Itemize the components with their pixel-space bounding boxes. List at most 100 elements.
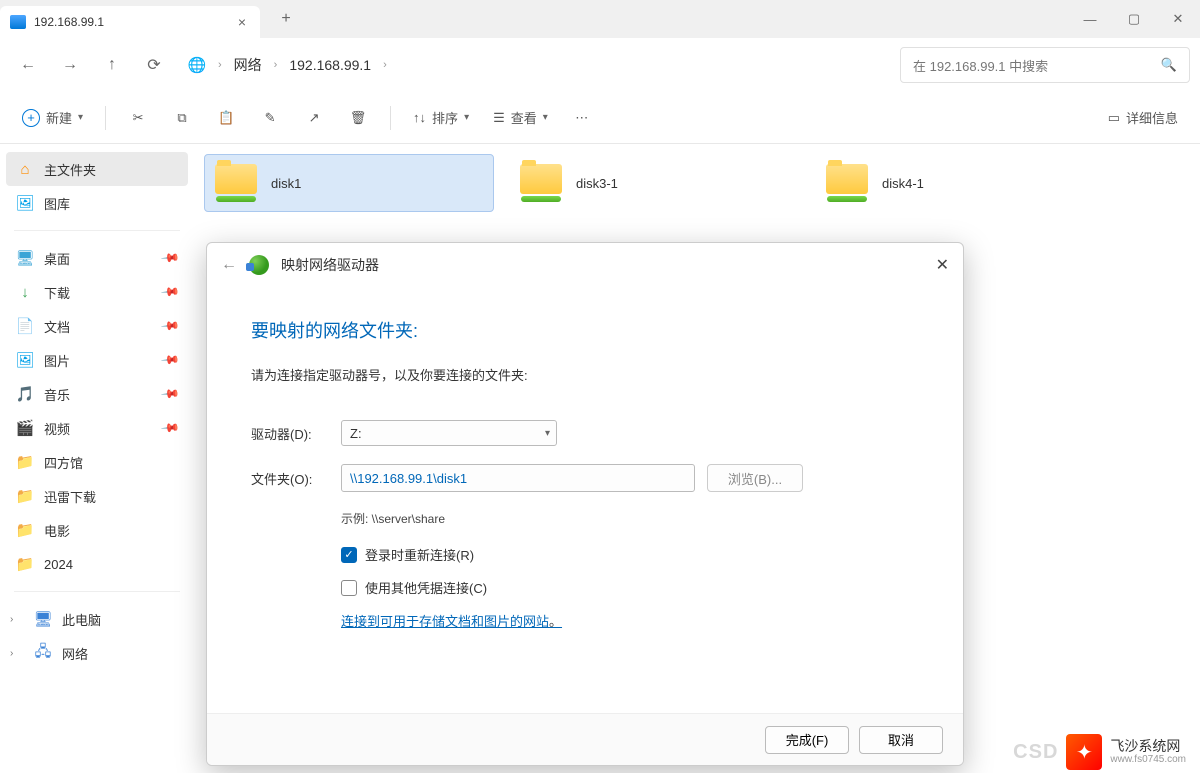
cut-button[interactable]: ✂ <box>120 101 156 135</box>
new-button[interactable]: + 新建 ▾ <box>14 101 91 135</box>
gallery-icon: 🖼 <box>16 194 34 212</box>
website-link[interactable]: 连接到可用于存储文档和图片的网站。 <box>341 611 919 630</box>
network-folder[interactable]: disk4-1 <box>816 154 1106 212</box>
watermark-text: 飞沙系统网 www.fs0745.com <box>1110 738 1186 767</box>
sidebar-item-network[interactable]: ›🖧网络 <box>6 636 188 670</box>
checkbox-checked-icon[interactable]: ✓ <box>341 547 357 563</box>
clipboard-icon: 📋 <box>218 110 234 126</box>
drive-value: Z: <box>350 426 362 441</box>
network-icon: 🖧 <box>34 644 52 662</box>
view-label: 查看 <box>511 108 537 127</box>
tab-close-icon[interactable]: × <box>234 14 250 30</box>
up-button[interactable]: ↑ <box>94 47 130 83</box>
search-input[interactable]: 在 192.168.99.1 中搜索 🔍 <box>900 47 1190 83</box>
pin-icon: 📌 <box>160 384 180 404</box>
dialog-footer: 完成(F) 取消 <box>207 713 963 765</box>
reconnect-checkbox-row[interactable]: ✓ 登录时重新连接(R) <box>341 545 919 564</box>
sidebar-item-folder[interactable]: 📁 2024 <box>6 547 188 581</box>
sidebar-item-folder[interactable]: 📁电影 <box>6 513 188 547</box>
close-button[interactable]: ✕ <box>936 255 949 275</box>
details-button[interactable]: ▭ 详细信息 <box>1100 101 1186 135</box>
folder-icon: 📁 <box>16 453 34 471</box>
share-button[interactable]: ↗ <box>296 101 332 135</box>
sidebar: ⌂主文件夹 🖼图库 🖥桌面📌 ↓下载📌 📄文档📌 🖼图片📌 🎵音乐📌 🎬视频📌 … <box>0 144 194 773</box>
chevron-right-icon[interactable]: › <box>10 648 24 659</box>
cancel-button[interactable]: 取消 <box>859 726 943 754</box>
folder-input[interactable]: \\192.168.99.1\disk1 <box>341 464 695 492</box>
new-label: 新建 <box>46 108 72 127</box>
network-folder[interactable]: disk3-1 <box>510 154 800 212</box>
sidebar-item-music[interactable]: 🎵音乐📌 <box>6 377 188 411</box>
address-bar[interactable]: 🌐 › 网络 › 192.168.99.1 › <box>178 47 894 83</box>
network-folder[interactable]: disk1 <box>204 154 494 212</box>
new-tab-button[interactable]: + <box>272 5 300 33</box>
sidebar-item-thispc[interactable]: ›🖥此电脑 <box>6 602 188 636</box>
sidebar-item-videos[interactable]: 🎬视频📌 <box>6 411 188 445</box>
sidebar-item-label: 2024 <box>44 557 73 572</box>
finish-button[interactable]: 完成(F) <box>765 726 849 754</box>
window-controls: — ▢ ✕ <box>1068 3 1200 35</box>
pin-icon: 📌 <box>160 350 180 370</box>
sidebar-item-folder[interactable]: 📁 四方馆 <box>6 445 188 479</box>
paste-button[interactable]: 📋 <box>208 101 244 135</box>
plus-circle-icon: + <box>22 109 40 127</box>
browse-button[interactable]: 浏览(B)... <box>707 464 803 492</box>
sidebar-item-label: 下载 <box>44 283 70 302</box>
details-icon: ▭ <box>1108 110 1120 126</box>
maximize-button[interactable]: ▢ <box>1112 3 1156 35</box>
forward-button[interactable]: → <box>52 47 88 83</box>
sidebar-item-downloads[interactable]: ↓ 下载 📌 <box>6 275 188 309</box>
download-icon: ↓ <box>16 283 34 301</box>
reconnect-label: 登录时重新连接(R) <box>365 545 474 564</box>
back-button[interactable]: ← <box>221 256 237 274</box>
sidebar-item-label: 四方馆 <box>44 453 83 472</box>
dialog-header: ← 映射网络驱动器 ✕ <box>207 243 963 287</box>
network-folder-icon <box>826 164 868 202</box>
dialog-subtitle: 请为连接指定驱动器号，以及你要连接的文件夹: <box>251 365 919 384</box>
separator <box>14 591 180 592</box>
minimize-button[interactable]: — <box>1068 3 1112 35</box>
pin-icon: 📌 <box>160 282 180 302</box>
network-folder-icon <box>520 164 562 202</box>
search-icon: 🔍 <box>1161 57 1177 73</box>
drive-label: 驱动器(D): <box>251 424 329 443</box>
more-button[interactable]: ⋯ <box>564 101 600 135</box>
sidebar-item-gallery[interactable]: 🖼图库 <box>6 186 188 220</box>
sidebar-item-documents[interactable]: 📄文档📌 <box>6 309 188 343</box>
sidebar-item-desktop[interactable]: 🖥桌面📌 <box>6 241 188 275</box>
close-button[interactable]: ✕ <box>1156 3 1200 35</box>
chevron-right-icon[interactable]: › <box>10 614 24 625</box>
desktop-icon: 🖥 <box>16 249 34 267</box>
toolbar: + 新建 ▾ ✂ ⧉ 📋 ✎ ↗ 🗑 ↑↓ 排序 ▾ ☰ 查看 ▾ ⋯ ▭ 详细… <box>0 92 1200 144</box>
sidebar-item-folder[interactable]: 📁迅雷下载 <box>6 479 188 513</box>
credentials-checkbox-row[interactable]: 使用其他凭据连接(C) <box>341 578 919 597</box>
folder-label: 文件夹(O): <box>251 469 329 488</box>
sidebar-item-label: 此电脑 <box>62 610 101 629</box>
rename-button[interactable]: ✎ <box>252 101 288 135</box>
folder-icon: 📁 <box>16 555 34 573</box>
sort-button[interactable]: ↑↓ 排序 ▾ <box>405 101 477 135</box>
dialog-body: 要映射的网络文件夹: 请为连接指定驱动器号，以及你要连接的文件夹: 驱动器(D)… <box>207 287 963 640</box>
drive-select[interactable]: Z: ▾ <box>341 420 557 446</box>
back-button[interactable]: ← <box>10 47 46 83</box>
chevron-down-icon: ▾ <box>543 112 548 123</box>
delete-button[interactable]: 🗑 <box>340 101 376 135</box>
checkbox-unchecked-icon[interactable] <box>341 580 357 596</box>
share-icon: ↗ <box>309 110 320 126</box>
sidebar-item-pictures[interactable]: 🖼图片📌 <box>6 343 188 377</box>
navbar: ← → ↑ ⟳ 🌐 › 网络 › 192.168.99.1 › 在 192.16… <box>0 38 1200 92</box>
chevron-right-icon: › <box>218 59 222 71</box>
breadcrumb-host[interactable]: 192.168.99.1 <box>289 57 371 73</box>
tab-active[interactable]: 192.168.99.1 × <box>0 6 260 38</box>
refresh-button[interactable]: ⟳ <box>136 47 172 83</box>
sidebar-item-home[interactable]: ⌂主文件夹 <box>6 152 188 186</box>
breadcrumb-network[interactable]: 网络 <box>234 55 262 75</box>
copy-button[interactable]: ⧉ <box>164 101 200 135</box>
view-button[interactable]: ☰ 查看 ▾ <box>485 101 556 135</box>
sort-label: 排序 <box>432 108 458 127</box>
watermark: CSD ✦ 飞沙系统网 www.fs0745.com <box>999 731 1200 773</box>
example-text: 示例: \\server\share <box>341 510 919 527</box>
chevron-down-icon: ▾ <box>78 112 83 123</box>
tab-title: 192.168.99.1 <box>34 15 234 29</box>
view-icon: ☰ <box>493 110 505 126</box>
